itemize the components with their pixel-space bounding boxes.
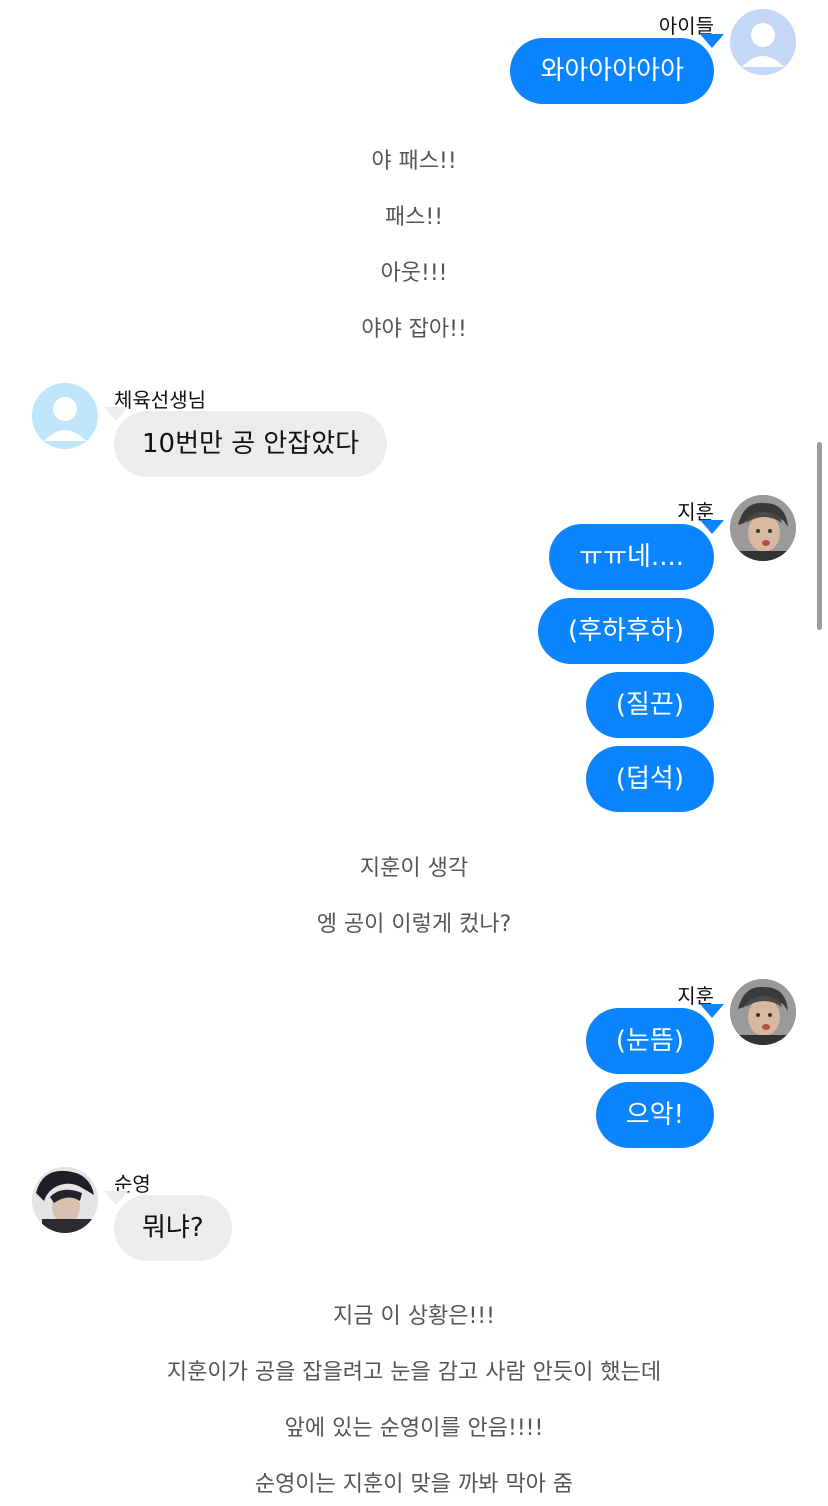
message-bubble[interactable]: 뭐냐? [114,1195,232,1261]
message-bubble[interactable]: ㅠㅠ네.... [549,524,714,590]
narration-line: 지금 이 상황은!!! [333,1304,495,1329]
user-icon [32,383,98,449]
avatar-photo[interactable] [32,1167,98,1233]
message-bubble[interactable]: 으악! [595,1082,714,1148]
avatar-photo[interactable] [730,979,796,1045]
bubble-tail [700,34,724,48]
bubble-tail [104,1191,128,1205]
narration-line: 앞에 있는 순영이를 안음!!!! [284,1416,544,1441]
bubble-tail [700,1004,724,1018]
user-icon [730,9,796,75]
narration-line: 엥 공이 이렇게 컸나? [316,912,512,937]
message-bubble[interactable]: (눈뜸) [585,1008,714,1074]
narration-line: 패스!! [384,205,444,230]
message-bubble[interactable]: 10번만 공 안잡았다 [114,411,388,477]
narration-line: 야 패스!! [371,149,457,174]
scrollbar[interactable] [817,442,822,630]
message-bubble[interactable]: (질끈) [585,672,714,738]
message-bubble[interactable]: 와아아아아아 [510,38,714,104]
avatar[interactable] [32,383,98,449]
bubble-tail [104,407,128,421]
narration-line: 지훈이 생각 [359,856,469,881]
profile-photo-icon [730,979,796,1045]
avatar-photo[interactable] [730,495,796,561]
avatar[interactable] [730,9,796,75]
message-bubble[interactable]: (후하후하) [538,598,714,664]
profile-photo-icon [730,495,796,561]
narration-line: 야야 잡아!! [361,317,467,342]
narration-line: 지훈이가 공을 잡을려고 눈을 감고 사람 안듯이 했는데 [166,1360,662,1385]
message-bubble[interactable]: (덥석) [585,746,714,812]
narration-line: 아웃!!! [380,261,448,286]
bubble-tail [700,520,724,534]
profile-photo-icon [32,1167,98,1233]
narration-line: 순영이는 지훈이 맞을 까봐 막아 줌 [254,1472,574,1497]
